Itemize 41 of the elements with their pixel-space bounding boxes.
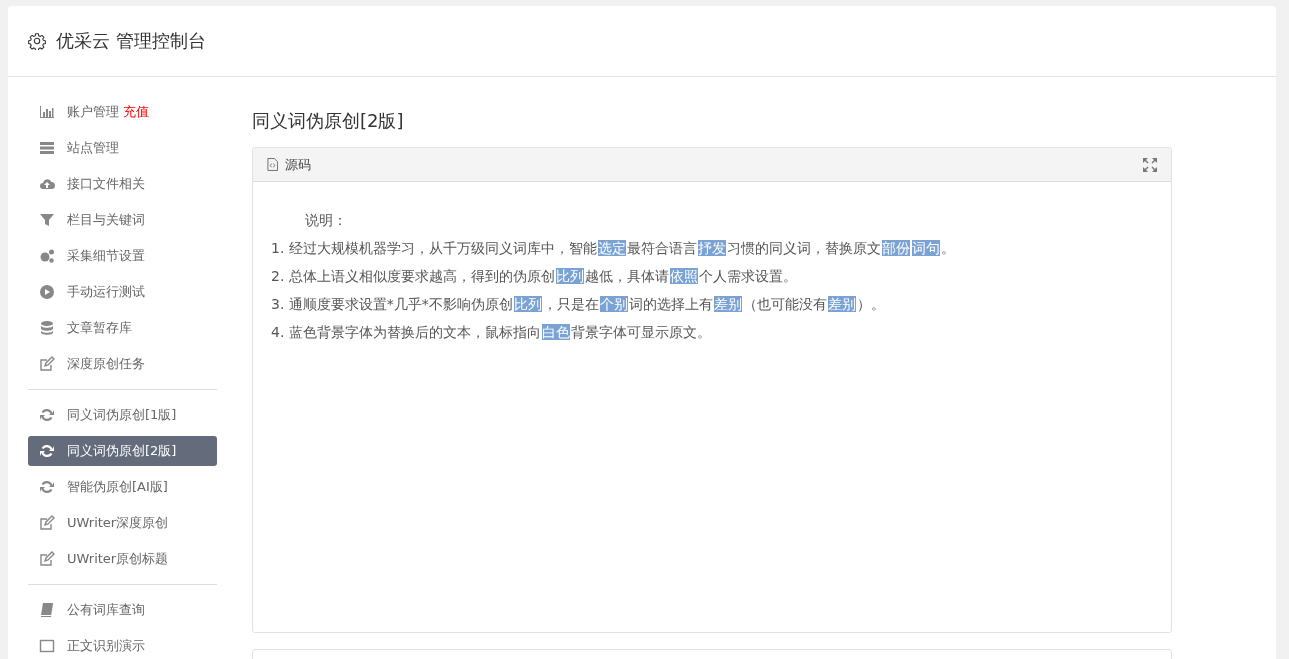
play-icon bbox=[39, 284, 55, 300]
description-line: 2. 总体上语义相似度要求越高，得到的伪原创 比列越低，具体请依照个人需求设置。 bbox=[271, 267, 798, 286]
sidebar-item[interactable]: 智能伪原创[AI版] bbox=[28, 472, 217, 502]
page-title: 同义词伪原创[2版] bbox=[252, 109, 405, 133]
edit-icon bbox=[39, 551, 55, 567]
file-code-icon bbox=[267, 158, 278, 171]
refresh-icon bbox=[39, 407, 55, 423]
description-line: 1. 经过大规模机器学习，从千万级同义词库中，智能选定最符合语言抒发习惯的同义词，替换原文部份词句。 bbox=[271, 239, 956, 258]
sidebar-item[interactable]: 站点管理 bbox=[28, 133, 217, 163]
edit-icon bbox=[39, 515, 55, 531]
window-icon bbox=[39, 638, 55, 654]
sidebar-item[interactable]: 文章暂存库 bbox=[28, 313, 217, 343]
sidebar-item[interactable]: 公有词库查询 bbox=[28, 595, 217, 625]
sidebar-item[interactable]: 同义词伪原创[1版] bbox=[28, 400, 217, 430]
cloud-upload-icon bbox=[39, 176, 55, 192]
source-button[interactable]: 源码 bbox=[267, 155, 311, 174]
bar-chart-icon bbox=[39, 104, 55, 120]
refresh-icon bbox=[39, 443, 55, 459]
fullscreen-icon[interactable] bbox=[1143, 157, 1157, 172]
recharge-link[interactable]: 充值 bbox=[123, 103, 149, 121]
description-heading: 说明： bbox=[304, 211, 348, 230]
sidebar-item[interactable]: 深度原创任务 bbox=[28, 349, 217, 379]
sidebar-item[interactable]: UWriter深度原创 bbox=[28, 508, 217, 538]
sidebar-item[interactable]: 采集细节设置 bbox=[28, 241, 217, 271]
server-icon bbox=[39, 140, 55, 156]
book-icon bbox=[39, 602, 55, 618]
sidebar-item[interactable]: 账户管理 充值 bbox=[28, 97, 217, 127]
console-title: 优采云 管理控制台 bbox=[56, 29, 206, 53]
sidebar-item[interactable]: 手动运行测试 bbox=[28, 277, 217, 307]
description-line: 3. 通顺度要求设置*几乎*不影响伪原创 比列，只是在个别词的选择上有差别（也可能没有差别）。 bbox=[271, 295, 886, 314]
edit-icon bbox=[39, 356, 55, 372]
database-icon bbox=[39, 320, 55, 336]
sidebar-item[interactable]: 栏目与关键词 bbox=[28, 205, 217, 235]
sidebar-item[interactable]: 接口文件相关 bbox=[28, 169, 217, 199]
settings-icon bbox=[28, 32, 46, 50]
refresh-icon bbox=[39, 479, 55, 495]
description-line: 4. 蓝色背景字体为替换后的文本，鼠标指向 白色背景字体可显示原文。 bbox=[271, 323, 712, 342]
sidebar-item[interactable]: UWriter原创标题 bbox=[28, 544, 217, 574]
sidebar-item[interactable]: 同义词伪原创[2版] bbox=[28, 436, 217, 466]
sidebar-item[interactable]: 正文识别演示 bbox=[28, 631, 217, 659]
filter-icon bbox=[39, 212, 55, 228]
